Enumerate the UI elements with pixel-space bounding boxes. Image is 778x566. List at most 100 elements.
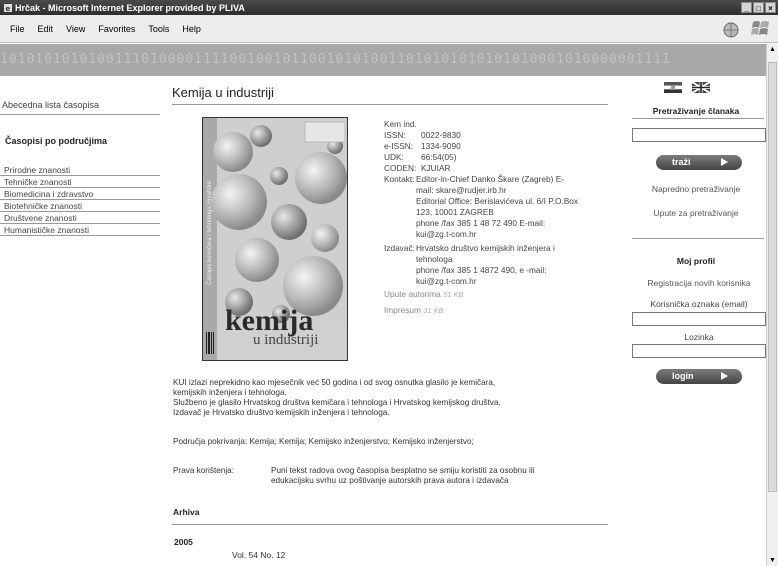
description-line: Službeno je glasilo Hrvatskog društva ke… (173, 398, 501, 407)
menu-help[interactable]: Help (182, 24, 201, 34)
svg-text:e: e (6, 5, 11, 13)
impressum-label[interactable]: Impresum (384, 305, 421, 315)
abbreviation: Kem ind. (384, 119, 417, 129)
password-label: Lozinka (684, 332, 714, 342)
maximize-button[interactable]: □ (753, 2, 764, 13)
description-line: Izdavač je Hrvatsko društvo kemijskih in… (173, 408, 390, 417)
coden-label: CODEN: (384, 163, 417, 173)
eissn-label: e-ISSN: (384, 141, 414, 151)
usage-rights: Prava korištenja: Puni tekst radova ovog … (173, 466, 603, 486)
journal-cover-image: kemija u industriji Časopis kemičara i t… (202, 117, 348, 361)
windows-logo-icon (751, 21, 769, 35)
menu-bar: File Edit View Favorites Tools Help (0, 15, 778, 43)
udk-value: 66:54(05) (421, 152, 457, 162)
publisher-block: Hrvatsko društvo kemijskih inženjera i t… (416, 243, 606, 287)
search-button[interactable]: traži (656, 155, 742, 170)
impressum-size: 31 KB (423, 306, 444, 315)
contact-label: Kontakt: (384, 174, 415, 184)
minimize-button[interactable]: _ (741, 2, 752, 13)
author-guide-size: 51 KB (443, 290, 464, 299)
username-label: Korisnička oznaka (email) (650, 299, 748, 309)
contact-line: Editor-in-Chief Danko Škare (Zagreb) E- (416, 174, 565, 184)
register-link[interactable]: Registracija novih korisnika (626, 278, 772, 288)
divider (632, 238, 764, 239)
menu-file[interactable]: File (10, 24, 25, 34)
eissn-value: 1334-9090 (421, 141, 461, 151)
rights-line: edukacijsku svrhu uz poštivanje autorski… (271, 476, 509, 485)
contact-line: Editorial Office: Berislavićeva ul. 6/I … (416, 196, 579, 206)
coverage-areas: Područja pokrivanja: Kemija; Kemija; Kem… (173, 437, 474, 446)
search-help-link[interactable]: Upute za pretraživanje (626, 208, 766, 218)
nav-item-social-sciences[interactable]: Društvene znanosti (0, 212, 160, 224)
contact-block: Editor-in-Chief Danko Škare (Zagreb) E- … (416, 174, 606, 240)
scroll-up-icon[interactable]: ▲ (767, 44, 778, 55)
journal-description: KUI izlazi neprekidno kao mjesečnik već … (173, 378, 603, 418)
search-button-label[interactable]: traži (672, 157, 691, 167)
croatian-flag-icon[interactable] (664, 82, 682, 93)
browser-window: e Hrčak - Microsoft Internet Explorer pr… (0, 0, 778, 566)
description-line: kemijskih inženjera i tehnologa. (173, 388, 287, 397)
advanced-search-link[interactable]: Napredno pretraživanje (626, 184, 766, 194)
nav-item-technical-sciences[interactable]: Tehničke znanosti (0, 176, 160, 188)
divider (0, 114, 160, 115)
author-guide-link[interactable]: Upute autorima 51 KB (384, 289, 606, 300)
password-field[interactable] (632, 344, 766, 358)
window-title: Hrčak - Microsoft Internet Explorer prov… (15, 2, 245, 13)
archive-issue-link[interactable]: Vol. 54 No. 12 (232, 550, 285, 560)
menu-tools[interactable]: Tools (148, 24, 169, 34)
subject-area-list: Prirodne znanosti Tehničke znanosti Biom… (0, 164, 160, 236)
menu-favorites[interactable]: Favorites (98, 24, 135, 34)
scroll-thumb[interactable] (768, 62, 777, 492)
window-controls: _ □ × (741, 2, 776, 13)
menu-edit[interactable]: Edit (38, 24, 54, 34)
page-title: Kemija u industriji (172, 85, 274, 100)
nav-item-humanities[interactable]: Humanističke znanosti (0, 224, 160, 236)
title-bar: e Hrčak - Microsoft Internet Explorer pr… (0, 0, 778, 15)
menu-view[interactable]: View (66, 24, 85, 34)
contact-line: 123; 10001 ZAGREB (416, 207, 494, 217)
nav-section-heading: Časopisi po područjima (5, 136, 108, 146)
toolbar-globe-icon[interactable] (722, 21, 740, 39)
username-field[interactable] (632, 312, 766, 326)
publisher-line: phone /fax 385 1 4872 490, e -mail: (416, 265, 547, 275)
description-line: KUI izlazi neprekidno kao mjesečnik već … (173, 378, 496, 387)
search-input[interactable] (632, 128, 766, 142)
nav-item-biotechnical[interactable]: Biotehničke znanosti (0, 200, 160, 212)
archive-year[interactable]: 2005 (174, 537, 193, 547)
nav-item-biomedicine[interactable]: Biomedicina i zdravstvo (0, 188, 160, 200)
language-switcher (664, 82, 710, 93)
arrow-right-icon (721, 158, 728, 166)
ie-icon: e (4, 3, 12, 13)
coden-value: KJUIAR (421, 163, 451, 173)
divider (172, 524, 608, 525)
cover-subtitle: u industriji (253, 332, 319, 348)
header-banner: 1010101010100111010000111100100101100101… (0, 44, 766, 76)
login-button-label[interactable]: login (672, 371, 694, 381)
nav-item-natural-sciences[interactable]: Prirodne znanosti (0, 164, 160, 176)
journal-metadata: Kem ind. ISSN: 0022-9830 e-ISSN: 1334-9090… (384, 119, 606, 316)
login-button[interactable]: login (656, 369, 742, 384)
udk-label: UDK: (384, 152, 404, 162)
publisher-line: tehnologa (416, 254, 453, 264)
divider (632, 118, 764, 119)
article-search-heading: Pretraživanje članaka (652, 106, 740, 116)
author-guide-label[interactable]: Upute autorima (384, 289, 441, 299)
uk-flag-icon[interactable] (692, 82, 710, 93)
publisher-label: Izdavač: (384, 243, 415, 253)
my-profile-heading: Moj profil (676, 256, 716, 266)
scroll-down-icon[interactable]: ▼ (767, 555, 778, 566)
publisher-email[interactable]: kui@zg.t-com.hr (416, 276, 606, 287)
close-button[interactable]: × (765, 2, 776, 13)
contact-line: phone /fax 385 1 48 72 490 E-mail: (416, 218, 546, 228)
archive-heading: Arhiva (173, 507, 200, 517)
issn-label: ISSN: (384, 130, 406, 140)
issn-value: 0022-9830 (421, 130, 461, 140)
cover-spine-text: Časopis kemičara i tehnologa Hrvatske (207, 180, 213, 286)
arrow-right-icon (721, 372, 728, 380)
contact-email[interactable]: kui@zg.t-com.hr (416, 229, 606, 240)
contact-email[interactable]: mail: skare@rudjer.irb.hr (416, 185, 606, 196)
impressum-link[interactable]: Impresum 31 KB (384, 305, 606, 316)
alphabetic-list-link[interactable]: Abecedna lista časopisa (2, 100, 99, 110)
publisher-line: Hrvatsko društvo kemijskih inženjera i (416, 243, 555, 253)
divider (172, 104, 608, 105)
